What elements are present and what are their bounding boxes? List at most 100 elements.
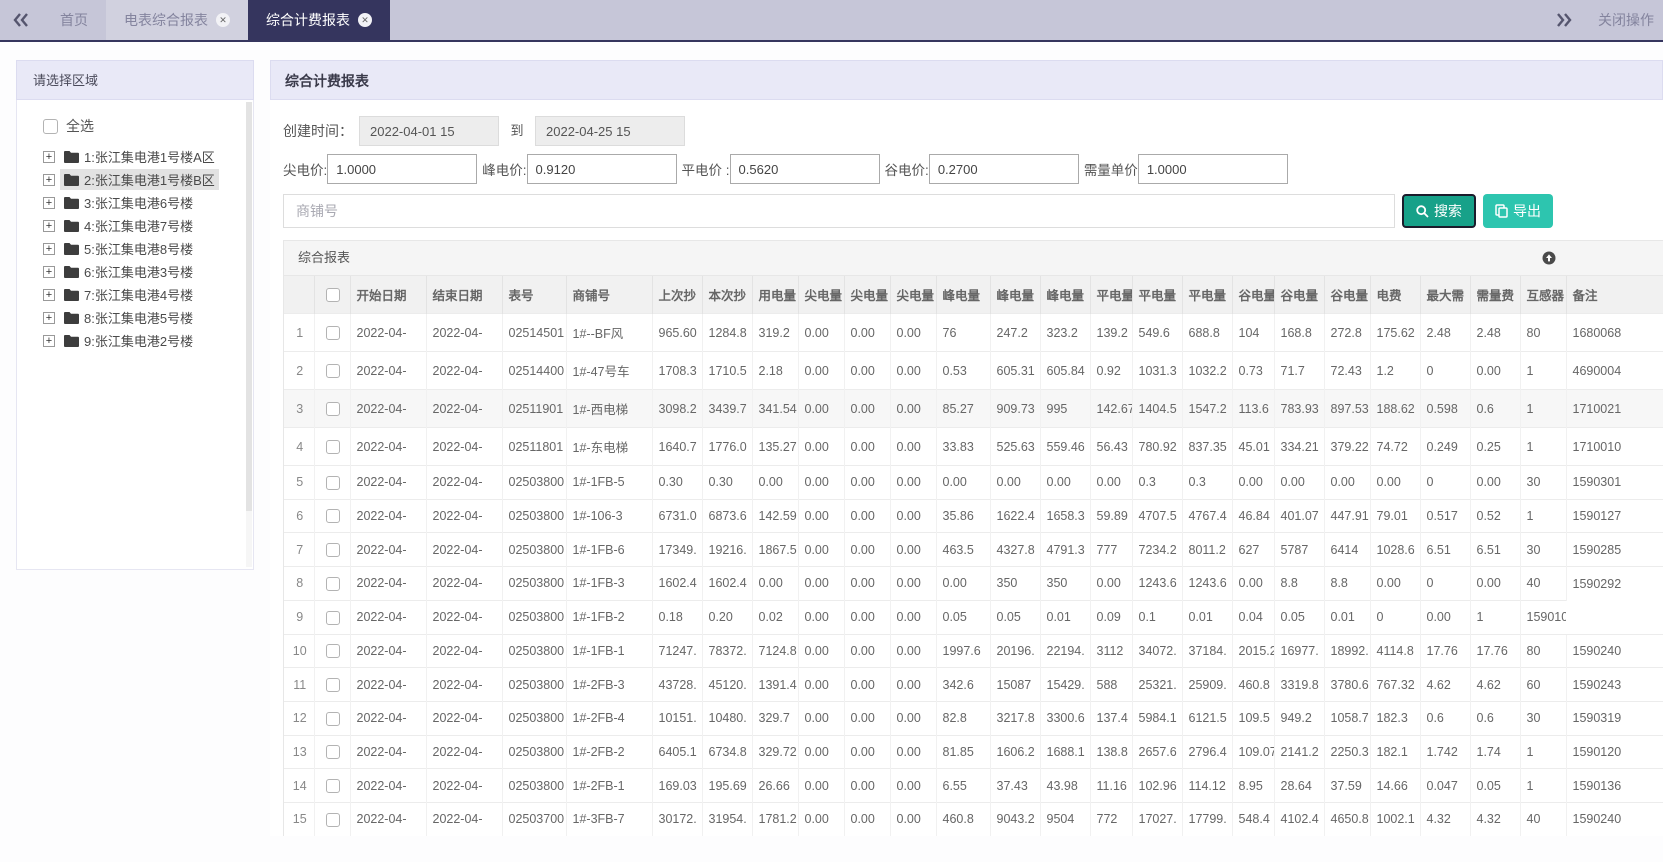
tab-scroll-right-icon[interactable]: [1556, 13, 1572, 27]
table-row[interactable]: 82022-04-2022-04-025038001#-1FB-31602.41…: [284, 567, 1663, 601]
cell: 195.69: [702, 769, 752, 803]
row-checkbox[interactable]: [326, 813, 340, 827]
close-operations-menu[interactable]: 关闭操作: [1598, 10, 1663, 30]
cell: 15429.: [1040, 668, 1090, 702]
row-checkbox[interactable]: [326, 476, 340, 490]
cell: 0: [1420, 466, 1470, 500]
valley-price-field: 谷电价:: [885, 154, 1084, 184]
valley-price-input[interactable]: [929, 154, 1079, 184]
table-row[interactable]: 42022-04-2022-04-025118011#-东电梯1640.7177…: [284, 428, 1663, 466]
row-checkbox[interactable]: [326, 644, 340, 658]
tree-item[interactable]: +4:张江集电港7号楼: [43, 215, 243, 236]
tree-item[interactable]: +8:张江集电港5号楼: [43, 307, 243, 328]
tab-3[interactable]: 综合计费报表✕: [248, 0, 390, 40]
row-checkbox[interactable]: [326, 745, 340, 759]
table-row[interactable]: 62022-04-2022-04-025038001#-106-36731.06…: [284, 499, 1663, 533]
tab-scroll-left-icon[interactable]: [0, 0, 42, 40]
start-date-input[interactable]: [359, 116, 499, 146]
table-row[interactable]: 92022-04-2022-04-025038001#-1FB-20.180.2…: [284, 600, 1663, 634]
cell: 777: [1090, 533, 1132, 567]
cell: 0.00: [890, 668, 936, 702]
expand-icon[interactable]: +: [43, 197, 55, 209]
tree-item[interactable]: +2:张江集电港1号楼B区: [43, 169, 243, 190]
row-checkbox[interactable]: [326, 779, 340, 793]
tab-1[interactable]: 首页: [42, 0, 106, 40]
tab-close-icon[interactable]: ✕: [358, 13, 372, 27]
search-button[interactable]: 搜索: [1402, 194, 1476, 228]
table-row[interactable]: 52022-04-2022-04-025038001#-1FB-50.300.3…: [284, 466, 1663, 500]
row-checkbox[interactable]: [326, 543, 340, 557]
cell: 0.00: [844, 314, 890, 352]
row-checkbox[interactable]: [326, 440, 340, 454]
cell: 549.6: [1132, 314, 1182, 352]
expand-icon[interactable]: +: [43, 151, 55, 163]
tab-label: 电表综合报表: [124, 10, 208, 30]
row-checkbox[interactable]: [326, 326, 340, 340]
cell: 0.00: [936, 466, 990, 500]
sharp-price-input[interactable]: [327, 154, 477, 184]
demand-price-input[interactable]: [1138, 154, 1288, 184]
cell: 6.55: [936, 769, 990, 803]
column-header: 平电量: [1090, 276, 1132, 314]
row-checkbox[interactable]: [326, 611, 340, 625]
table-row[interactable]: 102022-04-2022-04-025038001#-1FB-171247.…: [284, 634, 1663, 668]
row-checkbox[interactable]: [326, 712, 340, 726]
cell: 0.00: [844, 466, 890, 500]
cell: 80: [1520, 314, 1566, 352]
table-row[interactable]: 22022-04-2022-04-025144001#-47号车1708.317…: [284, 352, 1663, 390]
cell: 0.00: [798, 600, 844, 634]
tab-2[interactable]: 电表综合报表 ✕: [106, 0, 248, 40]
table-row[interactable]: 132022-04-2022-04-025038001#-2FB-26405.1…: [284, 735, 1663, 769]
tree-item[interactable]: +5:张江集电港8号楼: [43, 238, 243, 259]
table-row[interactable]: 32022-04-2022-04-025119011#-西电梯3098.2343…: [284, 390, 1663, 428]
sidebar-scrollbar[interactable]: [246, 102, 252, 567]
row-checkbox[interactable]: [326, 577, 340, 591]
valley-price-label: 谷电价:: [885, 159, 929, 179]
export-button[interactable]: 导出: [1483, 194, 1553, 228]
cell: 2022-04-: [350, 466, 426, 500]
expand-icon[interactable]: +: [43, 220, 55, 232]
row-checkbox[interactable]: [326, 509, 340, 523]
table-row[interactable]: 122022-04-2022-04-025038001#-2FB-410151.…: [284, 701, 1663, 735]
cell: 0.00: [1470, 567, 1520, 601]
table-row[interactable]: 152022-04-2022-04-025037001#-3FB-730172.…: [284, 803, 1663, 836]
row-index: 10: [284, 634, 314, 668]
expand-icon[interactable]: +: [43, 174, 55, 186]
column-header: 平电量: [1132, 276, 1182, 314]
row-checkbox[interactable]: [326, 678, 340, 692]
expand-icon[interactable]: +: [43, 243, 55, 255]
table-row[interactable]: 12022-04-2022-04-025145011#--BF风965.6012…: [284, 314, 1663, 352]
shop-number-input[interactable]: [283, 194, 1395, 228]
header-checkbox[interactable]: [326, 288, 340, 302]
row-checkbox[interactable]: [326, 364, 340, 378]
peak-price-input[interactable]: [527, 154, 677, 184]
tree-item[interactable]: +9:张江集电港2号楼: [43, 330, 243, 351]
select-all-checkbox[interactable]: [43, 119, 58, 134]
cell: 1602.4: [652, 567, 702, 601]
tree-item[interactable]: +6:张江集电港3号楼: [43, 261, 243, 282]
cell: 1606.2: [990, 735, 1040, 769]
select-all-row[interactable]: 全选: [43, 116, 243, 136]
table-row[interactable]: 112022-04-2022-04-025038001#-2FB-343728.…: [284, 668, 1663, 702]
table-row[interactable]: 72022-04-2022-04-025038001#-1FB-617349.1…: [284, 533, 1663, 567]
tab-close-icon[interactable]: ✕: [216, 13, 230, 27]
end-date-input[interactable]: [535, 116, 685, 146]
cell: 40: [1520, 803, 1566, 836]
tree-item[interactable]: +7:张江集电港4号楼: [43, 284, 243, 305]
tree-item[interactable]: +3:张江集电港6号楼: [43, 192, 243, 213]
cell: 1: [1520, 428, 1566, 466]
row-checkbox[interactable]: [326, 402, 340, 416]
table-row[interactable]: 142022-04-2022-04-025038001#-2FB-1169.03…: [284, 769, 1663, 803]
cell: 0.00: [798, 567, 844, 601]
expand-icon[interactable]: +: [43, 289, 55, 301]
expand-icon[interactable]: +: [43, 312, 55, 324]
row-index: 15: [284, 803, 314, 836]
flat-price-input[interactable]: [730, 154, 880, 184]
cell: 6734.8: [702, 735, 752, 769]
cell: 0.00: [890, 735, 936, 769]
cell: 772: [1090, 803, 1132, 836]
expand-icon[interactable]: +: [43, 335, 55, 347]
expand-icon[interactable]: +: [43, 266, 55, 278]
tree-item[interactable]: +1:张江集电港1号楼A区: [43, 146, 243, 167]
back-to-top-icon[interactable]: [1542, 251, 1556, 265]
